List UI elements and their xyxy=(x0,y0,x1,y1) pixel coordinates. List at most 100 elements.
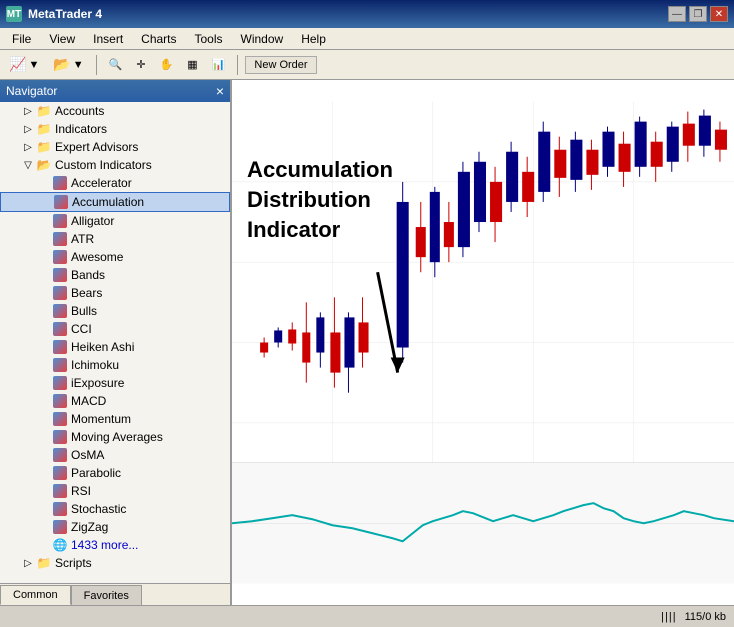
expand-scripts-icon: ▷ xyxy=(20,555,36,571)
nav-label-atr: ATR xyxy=(71,232,94,246)
nav-item-expert-advisors[interactable]: ▷ 📁 Expert Advisors xyxy=(0,138,230,156)
menu-charts[interactable]: Charts xyxy=(133,30,184,48)
nav-item-more[interactable]: ▷ 🌐 1433 more... xyxy=(0,536,230,554)
toolbar-zoom-out[interactable]: 🔍 xyxy=(104,54,128,76)
nav-item-stochastic[interactable]: ▷ Stochastic xyxy=(0,500,230,518)
nav-label-accumulation: Accumulation xyxy=(72,195,144,209)
nav-item-accounts[interactable]: ▷ 📁 Accounts xyxy=(0,102,230,120)
nav-item-macd[interactable]: ▷ MACD xyxy=(0,392,230,410)
nav-label-accelerator: Accelerator xyxy=(71,176,132,190)
nav-item-momentum[interactable]: ▷ Momentum xyxy=(0,410,230,428)
toolbar-pan[interactable]: ✋ xyxy=(155,54,179,76)
nav-item-accumulation[interactable]: ▷ Accumulation xyxy=(0,192,230,212)
nav-item-zigzag[interactable]: ▷ ZigZag xyxy=(0,518,230,536)
navigator-title-bar: Navigator × xyxy=(0,80,230,102)
nav-item-moving-averages[interactable]: ▷ Moving Averages xyxy=(0,428,230,446)
nav-item-rsi[interactable]: ▷ RSI xyxy=(0,482,230,500)
nav-label-indicators: Indicators xyxy=(55,122,107,136)
indicator-stochastic-icon xyxy=(52,501,68,517)
minimize-button[interactable]: — xyxy=(668,6,686,22)
expand-indicators-icon: ▷ xyxy=(20,121,36,137)
indicator-heiken-icon xyxy=(52,339,68,355)
indicator-rsi-icon xyxy=(52,483,68,499)
navigator-panel: Navigator × ▷ 📁 Accounts ▷ 📁 Indicators … xyxy=(0,80,232,605)
navigator-close-button[interactable]: × xyxy=(216,83,224,99)
nav-label-custom-indicators: Custom Indicators xyxy=(55,158,152,172)
indicator-ichimoku-icon xyxy=(52,357,68,373)
window-controls: — ❐ ✕ xyxy=(668,6,728,22)
app-icon: MT xyxy=(6,6,22,22)
expand-accounts-icon: ▷ xyxy=(20,103,36,119)
tab-favorites[interactable]: Favorites xyxy=(71,585,142,605)
toolbar-dropdown-arrow: ▼ xyxy=(28,59,39,71)
nav-item-awesome[interactable]: ▷ Awesome xyxy=(0,248,230,266)
nav-label-scripts: Scripts xyxy=(55,556,92,570)
menu-tools[interactable]: Tools xyxy=(187,30,231,48)
nav-label-moving-averages: Moving Averages xyxy=(71,430,163,444)
toolbar-sep2 xyxy=(237,55,238,75)
navigator-label: Navigator xyxy=(6,84,57,98)
svg-text:Distribution: Distribution xyxy=(247,187,371,212)
navigator-tabs: Common Favorites xyxy=(0,583,230,605)
toolbar-open[interactable]: 📂 ▼ xyxy=(48,54,88,76)
indicator-ma-icon xyxy=(52,429,68,445)
toolbar-grid[interactable]: ▦ xyxy=(182,54,202,76)
nav-item-ichimoku[interactable]: ▷ Ichimoku xyxy=(0,356,230,374)
nav-label-heiken-ashi: Heiken Ashi xyxy=(71,340,134,354)
menu-insert[interactable]: Insert xyxy=(85,30,131,48)
toolbar-sep1 xyxy=(96,55,97,75)
nav-item-custom-indicators[interactable]: ▽ 📂 Custom Indicators xyxy=(0,156,230,174)
nav-item-heiken-ashi[interactable]: ▷ Heiken Ashi xyxy=(0,338,230,356)
close-button[interactable]: ✕ xyxy=(710,6,728,22)
nav-item-atr[interactable]: ▷ ATR xyxy=(0,230,230,248)
nav-label-awesome: Awesome xyxy=(71,250,123,264)
main-layout: Navigator × ▷ 📁 Accounts ▷ 📁 Indicators … xyxy=(0,80,734,605)
nav-item-osma[interactable]: ▷ OsMA xyxy=(0,446,230,464)
nav-item-accelerator[interactable]: ▷ Accelerator xyxy=(0,174,230,192)
chart-area[interactable]: Accumulation Distribution Indicator xyxy=(232,80,734,605)
nav-label-bulls: Bulls xyxy=(71,304,97,318)
indicator-bears-icon xyxy=(52,285,68,301)
restore-button[interactable]: ❐ xyxy=(689,6,707,22)
menu-help[interactable]: Help xyxy=(293,30,334,48)
nav-item-bears[interactable]: ▷ Bears xyxy=(0,284,230,302)
nav-label-accounts: Accounts xyxy=(55,104,104,118)
nav-label-alligator: Alligator xyxy=(71,214,114,228)
folder-accounts-icon: 📁 xyxy=(36,103,52,119)
menu-file[interactable]: File xyxy=(4,30,39,48)
nav-label-bears: Bears xyxy=(71,286,102,300)
tab-common[interactable]: Common xyxy=(0,585,71,605)
indicator-macd-icon xyxy=(52,393,68,409)
menu-view[interactable]: View xyxy=(41,30,83,48)
menu-window[interactable]: Window xyxy=(233,30,292,48)
pan-icon: ✋ xyxy=(160,58,174,71)
indicator-momentum-icon xyxy=(52,411,68,427)
app-title: MetaTrader 4 xyxy=(28,7,102,21)
nav-item-cci[interactable]: ▷ CCI xyxy=(0,320,230,338)
navigator-tree: ▷ 📁 Accounts ▷ 📁 Indicators ▷ 📁 Expert A… xyxy=(0,102,230,583)
indicator-accelerator-icon xyxy=(52,175,68,191)
indicator-awesome-icon xyxy=(52,249,68,265)
nav-item-scripts[interactable]: ▷ 📁 Scripts xyxy=(0,554,230,572)
nav-label-cci: CCI xyxy=(71,322,92,336)
new-order-button[interactable]: New Order xyxy=(245,56,316,74)
nav-item-parabolic[interactable]: ▷ Parabolic xyxy=(0,464,230,482)
indicator-zigzag-icon xyxy=(52,519,68,535)
nav-item-indicators[interactable]: ▷ 📁 Indicators xyxy=(0,120,230,138)
indicator-iexposure-icon xyxy=(52,375,68,391)
chart-background: Accumulation Distribution Indicator xyxy=(232,80,734,605)
nav-item-iexposure[interactable]: ▷ iExposure xyxy=(0,374,230,392)
nav-item-bulls[interactable]: ▷ Bulls xyxy=(0,302,230,320)
nav-item-bands[interactable]: ▷ Bands xyxy=(0,266,230,284)
crosshair-icon: ✛ xyxy=(136,58,145,71)
indicator-bands-icon xyxy=(52,267,68,283)
nav-label-parabolic: Parabolic xyxy=(71,466,121,480)
toolbar-open-arrow: ▼ xyxy=(73,59,84,71)
nav-label-zigzag: ZigZag xyxy=(71,520,108,534)
nav-item-alligator[interactable]: ▷ Alligator xyxy=(0,212,230,230)
chart-type-icon: 📊 xyxy=(212,58,226,71)
toolbar-crosshair[interactable]: ✛ xyxy=(131,54,150,76)
toolbar-chart-type[interactable]: 📊 xyxy=(207,54,231,76)
toolbar-new-chart[interactable]: 📈 ▼ xyxy=(4,54,44,76)
nav-label-ichimoku: Ichimoku xyxy=(71,358,119,372)
